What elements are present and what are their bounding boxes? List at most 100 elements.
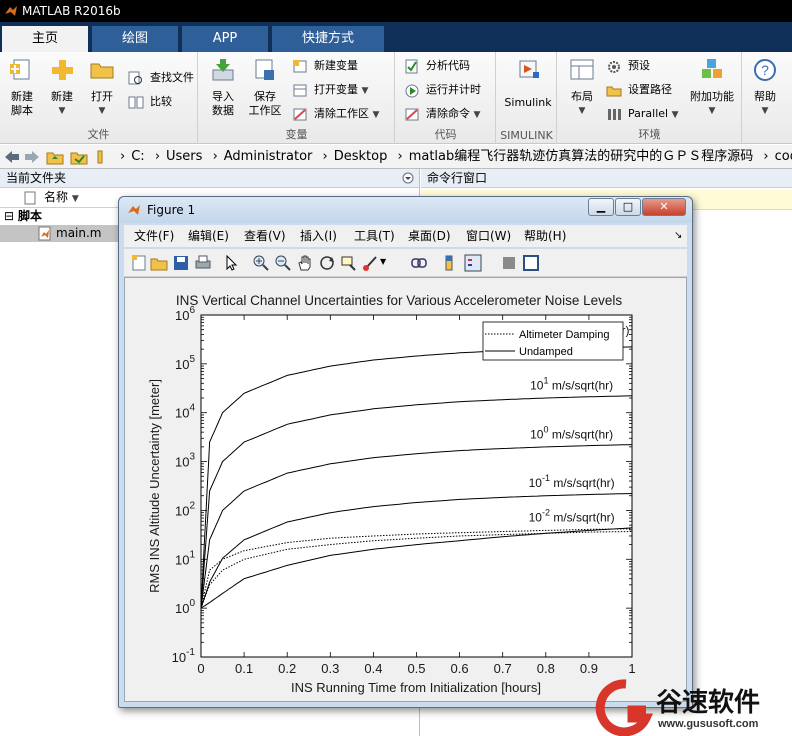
variable-section-label: 变量	[285, 128, 308, 141]
resources-section: ? 帮助 ▼	[743, 52, 792, 144]
app-title: MATLAB R2016b	[22, 4, 121, 18]
plus-icon	[52, 60, 73, 80]
panel-menu-icon[interactable]	[402, 172, 414, 184]
crumb-administrator[interactable]: Administrator	[224, 149, 313, 164]
crumb-code[interactable]: code	[775, 149, 792, 164]
code-section: 分析代码 运行并计时 清除命令 ▼ 代码	[396, 52, 496, 144]
collapse-icon[interactable]: ⊟	[4, 208, 14, 225]
parallel-button[interactable]: Parallel ▼	[606, 104, 679, 124]
help-button[interactable]: ? 帮助 ▼	[743, 58, 787, 118]
crumb-users[interactable]: Users	[166, 149, 202, 164]
close-button[interactable]: ✕	[642, 198, 686, 216]
import-data-button[interactable]: 导入 数据	[201, 58, 245, 118]
root-folder-icon[interactable]	[96, 149, 112, 165]
zoom-in-icon[interactable]	[252, 254, 270, 272]
save-workspace-button[interactable]: 保存 工作区	[243, 58, 287, 118]
menu-window[interactable]: 窗口(W)	[466, 225, 511, 247]
colorbar-icon[interactable]	[440, 254, 458, 272]
figure-window[interactable]: Figure 1 ▁ □ ✕ 文件(F) 编辑(E) 查看(V) 插入(I) 工…	[118, 196, 693, 708]
zoom-out-icon[interactable]	[274, 254, 292, 272]
figure-title-bar[interactable]: Figure 1 ▁ □ ✕	[119, 197, 692, 223]
x-tick-label: 0.5	[407, 661, 425, 676]
tab-apps[interactable]: APP	[182, 26, 268, 52]
show-plot-tools-icon[interactable]	[522, 254, 540, 272]
open-file-icon[interactable]	[150, 254, 168, 272]
save-icon[interactable]	[172, 254, 190, 272]
open-variable-button[interactable]: 打开变量 ▼	[292, 80, 368, 100]
menu-insert[interactable]: 插入(I)	[300, 225, 337, 247]
set-path-button[interactable]: 设置路径	[606, 80, 672, 100]
legend-entry-undamped: Undamped	[519, 346, 573, 358]
simulink-button[interactable]: Simulink	[503, 58, 553, 110]
ribbon-tab-bar: 主页 绘图 APP 快捷方式	[0, 22, 792, 52]
y-tick-label: 104	[175, 403, 195, 421]
compare-button[interactable]: 比较	[128, 92, 172, 112]
open-button[interactable]: 打开 ▼	[80, 58, 124, 118]
gear-icon	[608, 61, 620, 73]
maximize-button[interactable]: □	[615, 198, 641, 216]
code-section-label: 代码	[434, 128, 457, 141]
environment-section: 布局 ▼ 预设 设置路径 Parallel ▼ 附加功能 ▼ 环境	[558, 52, 742, 144]
new-variable-icon	[293, 60, 307, 73]
folder-path-icon	[606, 86, 622, 97]
tab-home[interactable]: 主页	[2, 26, 88, 52]
addons-button[interactable]: 附加功能 ▼	[686, 58, 738, 118]
find-files-button[interactable]: 查找文件	[128, 68, 194, 88]
clear-workspace-button[interactable]: 清除工作区 ▼	[292, 104, 379, 124]
crumb-desktop[interactable]: Desktop	[334, 149, 388, 164]
legend[interactable]: Altimeter Damping Undamped	[482, 321, 624, 361]
new-figure-icon[interactable]	[130, 254, 148, 272]
addons-icon	[702, 59, 722, 78]
browse-folder-icon[interactable]	[70, 149, 88, 165]
dock-arrow-icon[interactable]: ↘	[674, 225, 682, 247]
pointer-icon[interactable]	[222, 254, 240, 272]
import-icon	[212, 59, 234, 81]
legend-icon[interactable]	[464, 254, 482, 272]
menu-file[interactable]: 文件(F)	[134, 225, 174, 247]
back-arrow-icon[interactable]	[4, 150, 20, 164]
menu-help[interactable]: 帮助(H)	[524, 225, 566, 247]
pan-hand-icon[interactable]	[296, 254, 314, 272]
up-folder-icon[interactable]	[46, 149, 64, 165]
minimize-button[interactable]: ▁	[588, 198, 614, 216]
forward-arrow-icon[interactable]	[24, 150, 40, 164]
brush-icon[interactable]	[362, 254, 380, 272]
y-tick-label: 105	[175, 354, 195, 372]
x-tick-label: 0.4	[364, 661, 382, 676]
hide-plot-tools-icon[interactable]	[500, 254, 518, 272]
tab-plots[interactable]: 绘图	[92, 26, 178, 52]
breadcrumb[interactable]: › C: › Users › Administrator › Desktop › matl…	[120, 145, 792, 168]
clear-commands-button[interactable]: 清除命令 ▼	[404, 104, 480, 124]
analyze-code-button[interactable]: 分析代码	[404, 56, 470, 76]
new-variable-button[interactable]: 新建变量	[292, 56, 358, 76]
layout-button[interactable]: 布局 ▼	[560, 58, 604, 118]
new-script-button[interactable]: 新建 脚本	[0, 58, 44, 118]
clear-commands-icon	[405, 108, 419, 121]
new-button[interactable]: 新建 ▼	[40, 58, 84, 118]
y-tick-label: 102	[175, 500, 195, 518]
menu-tools[interactable]: 工具(T)	[354, 225, 395, 247]
print-icon[interactable]	[194, 254, 212, 272]
data-cursor-icon[interactable]	[340, 254, 358, 272]
preferences-button[interactable]: 预设	[606, 56, 650, 76]
link-plot-icon[interactable]	[410, 254, 428, 272]
crumb-c[interactable]: C:	[131, 149, 144, 164]
file-item-main[interactable]: main.m	[0, 225, 118, 242]
tab-shortcuts[interactable]: 快捷方式	[272, 26, 384, 52]
x-tick-label: 0.3	[321, 661, 339, 676]
menu-edit[interactable]: 编辑(E)	[188, 225, 229, 247]
menu-desktop[interactable]: 桌面(D)	[408, 225, 451, 247]
x-tick-label: 0.8	[537, 661, 555, 676]
analyze-code-icon	[405, 59, 418, 74]
figure-toolbar: ▼	[124, 249, 687, 277]
brush-dropdown-icon[interactable]: ▼	[380, 257, 386, 266]
y-axis-label: RMS INS Altitude Uncertainty [meter]	[147, 379, 162, 593]
annotation-label: 10-2 m/s/sqrt(hr)	[529, 507, 615, 524]
x-tick-label: 0.7	[494, 661, 512, 676]
parallel-icon	[608, 109, 621, 120]
y-tick-label: 100	[175, 598, 195, 616]
menu-view[interactable]: 查看(V)	[244, 225, 286, 247]
crumb-project-folder[interactable]: matlab编程飞行器轨迹仿真算法的研究中的ＧＰＳ程序源码	[409, 149, 754, 164]
run-and-time-button[interactable]: 运行并计时	[404, 80, 481, 100]
rotate-3d-icon[interactable]	[318, 254, 336, 272]
